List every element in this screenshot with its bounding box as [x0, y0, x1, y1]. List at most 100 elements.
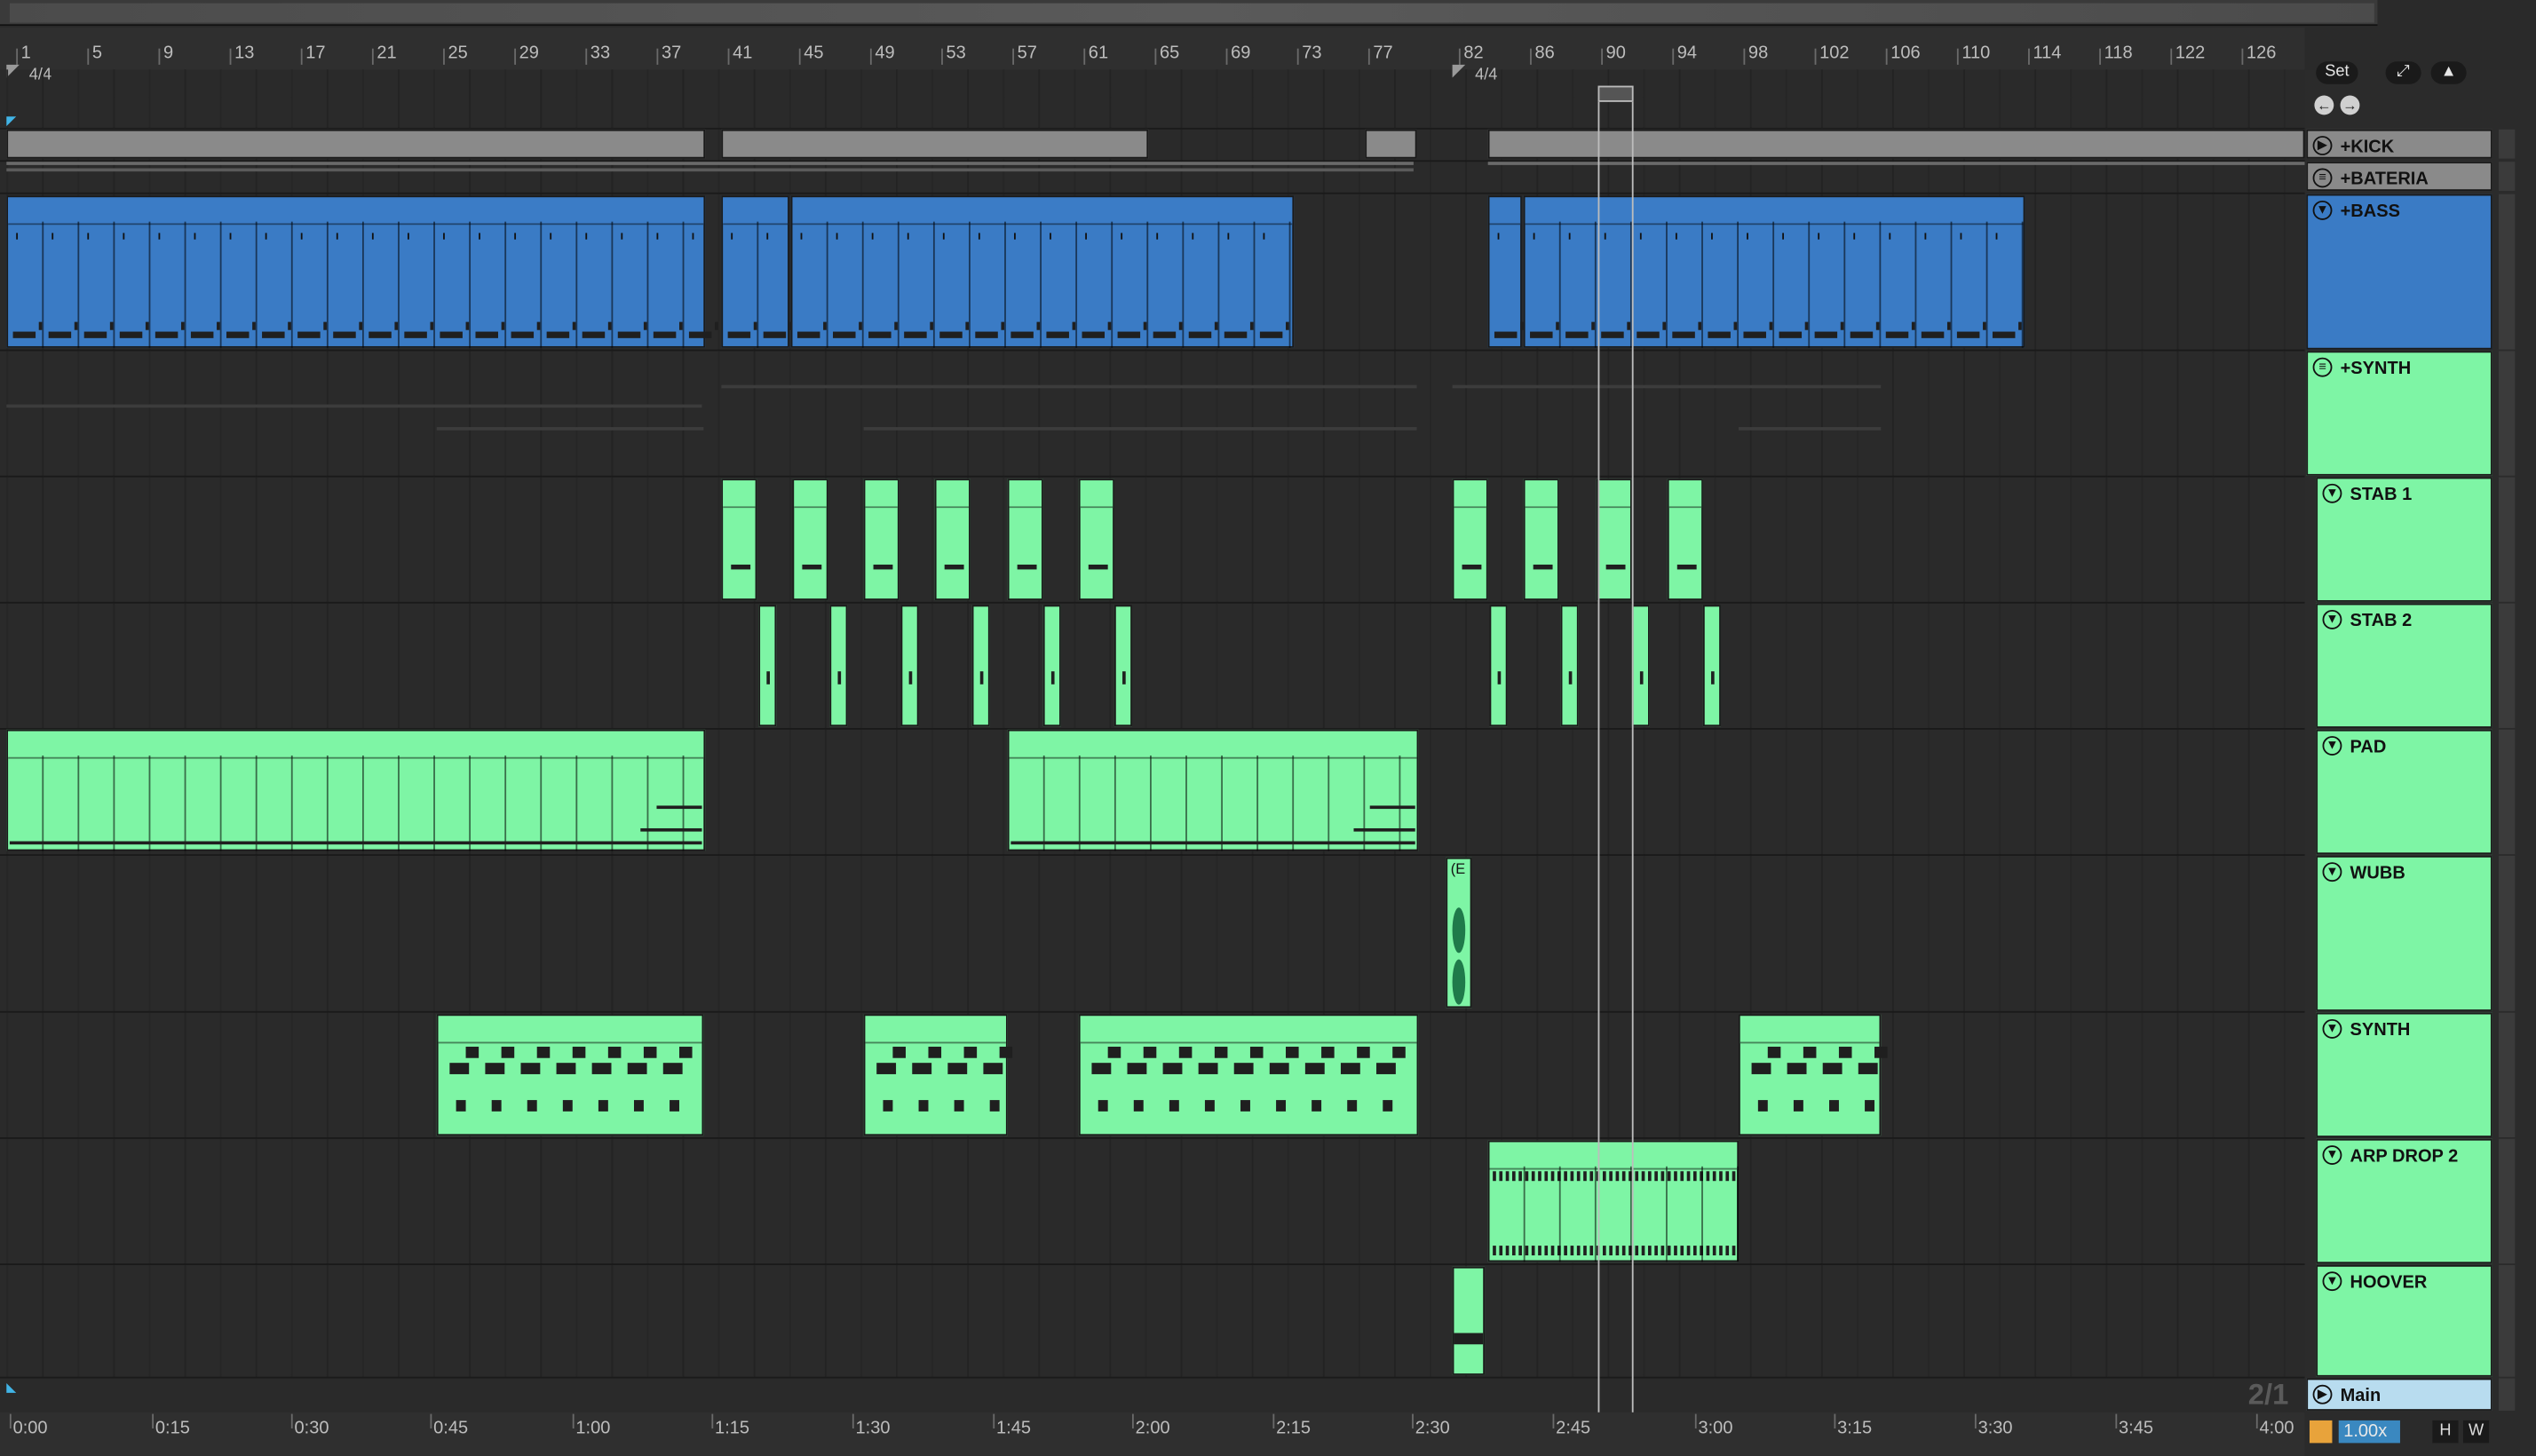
- clip-divider: [1914, 221, 1917, 348]
- track-resize-handle[interactable]: [2499, 603, 2516, 728]
- chevron-down-icon[interactable]: ▼: [2322, 1145, 2342, 1165]
- track-resize-handle[interactable]: [2499, 1138, 2516, 1264]
- track-resize-handle[interactable]: [2499, 729, 2516, 855]
- main-resize-handle[interactable]: [2499, 1378, 2516, 1411]
- clip-divider: [969, 221, 971, 348]
- stab1-clip[interactable]: [1667, 479, 1703, 601]
- h-button[interactable]: H: [2432, 1420, 2459, 1444]
- track-resize-handle[interactable]: [2499, 477, 2516, 602]
- wubb-clip[interactable]: (E: [1446, 857, 1472, 1009]
- track-header[interactable]: ▼ ARP DROP 2: [2316, 1138, 2492, 1264]
- track-header[interactable]: ▼ SYNTH: [2316, 1012, 2492, 1138]
- time-label: 4:00: [2259, 1419, 2294, 1438]
- synth-clip[interactable]: [1078, 1014, 1419, 1136]
- track-header[interactable]: ▼ PAD: [2316, 729, 2492, 855]
- time-signature-marker[interactable]: [1452, 64, 1466, 78]
- time-signature-marker[interactable]: [6, 64, 20, 78]
- track-header[interactable]: ▼ +BASS: [2306, 194, 2492, 350]
- loop-start-line[interactable]: [1597, 101, 1600, 1416]
- bar-tick: [2028, 48, 2030, 65]
- kick-clip[interactable]: [6, 129, 706, 159]
- main-track-name: Main: [2340, 1386, 2381, 1406]
- stab2-clip[interactable]: [1631, 605, 1650, 727]
- stab1-clip[interactable]: [1523, 479, 1559, 601]
- arrow-right-icon[interactable]: →: [2340, 95, 2360, 115]
- beat-ruler[interactable]: [0, 27, 2305, 70]
- track-header[interactable]: ≡ +SYNTH: [2306, 351, 2492, 476]
- stab1-clip[interactable]: [863, 479, 899, 601]
- stab1-clip[interactable]: [1596, 479, 1632, 601]
- stab1-clip[interactable]: [1007, 479, 1043, 601]
- bass-clip[interactable]: [1487, 195, 1522, 348]
- chevron-down-icon[interactable]: ▼: [2322, 1271, 2342, 1292]
- stab2-clip[interactable]: [1489, 605, 1508, 727]
- overview-bar[interactable]: [0, 0, 2378, 27]
- stab2-clip[interactable]: [971, 605, 990, 727]
- stab2-clip[interactable]: [1113, 605, 1132, 727]
- play-icon[interactable]: ▶: [2312, 136, 2333, 155]
- track-resize-handle[interactable]: [2499, 194, 2516, 350]
- menu-icon[interactable]: ≡: [2312, 357, 2333, 377]
- chevron-down-icon[interactable]: ▼: [2312, 200, 2333, 220]
- arrow-left-icon[interactable]: ←: [2314, 95, 2334, 115]
- synth-note: [1133, 1100, 1144, 1112]
- play-icon[interactable]: ▶: [2312, 1384, 2333, 1405]
- lock-icon[interactable]: ▲: [2430, 61, 2467, 84]
- track-header[interactable]: ▼ HOOVER: [2316, 1264, 2492, 1377]
- track-header[interactable]: ≡ +BATERIA: [2306, 162, 2492, 192]
- track-resize-handle[interactable]: [2499, 1264, 2516, 1377]
- main-track-header[interactable]: ▶ Main: [2306, 1378, 2492, 1411]
- w-button[interactable]: W: [2462, 1420, 2490, 1444]
- pad-clip[interactable]: [6, 729, 706, 851]
- expand-icon[interactable]: ⤢: [2385, 61, 2421, 84]
- kick-clip[interactable]: [721, 129, 1149, 159]
- stab2-clip[interactable]: [900, 605, 919, 727]
- synth-note: [1793, 1100, 1803, 1112]
- loop-end-line[interactable]: [1631, 101, 1634, 1416]
- chevron-down-icon[interactable]: ▼: [2322, 736, 2342, 756]
- start-marker[interactable]: [6, 116, 17, 127]
- synth-clip[interactable]: [863, 1014, 1008, 1136]
- stab1-clip[interactable]: [1078, 479, 1114, 601]
- kick-clip[interactable]: [1365, 129, 1417, 159]
- tempo-factor[interactable]: 1.00x: [2338, 1420, 2400, 1444]
- kick-clip[interactable]: [1487, 129, 2305, 159]
- track-resize-handle[interactable]: [2499, 351, 2516, 476]
- menu-icon[interactable]: ≡: [2312, 168, 2333, 188]
- stab2-note: [1568, 671, 1573, 684]
- chevron-down-icon[interactable]: ▼: [2322, 609, 2342, 629]
- track-resize-handle[interactable]: [2499, 855, 2516, 1011]
- stab2-clip[interactable]: [1560, 605, 1579, 727]
- bass-note: [975, 331, 998, 338]
- synth-clip[interactable]: [436, 1014, 704, 1136]
- track-resize-handle[interactable]: [2499, 162, 2516, 192]
- track-resize-handle[interactable]: [2499, 129, 2516, 159]
- track-header[interactable]: ▼ WUBB: [2316, 855, 2492, 1011]
- chevron-down-icon[interactable]: ▼: [2322, 483, 2342, 503]
- synth-clip[interactable]: [1739, 1014, 1882, 1136]
- track-header[interactable]: ▶ +KICK: [2306, 129, 2492, 159]
- stab1-clip[interactable]: [1452, 479, 1488, 601]
- arp-note: [1660, 1246, 1665, 1256]
- pad-clip[interactable]: [1007, 729, 1419, 851]
- set-button[interactable]: Set: [2316, 61, 2358, 84]
- stab2-clip[interactable]: [758, 605, 777, 727]
- bar-tick: [1743, 48, 1746, 65]
- stab1-clip[interactable]: [792, 479, 828, 601]
- bar-tick: [87, 48, 90, 65]
- tempo-follow-icon[interactable]: [2309, 1420, 2333, 1444]
- stab2-clip[interactable]: [829, 605, 848, 727]
- stab1-clip[interactable]: [934, 479, 971, 601]
- stab1-clip[interactable]: [721, 479, 757, 601]
- arp-note: [1493, 1171, 1496, 1182]
- stab2-clip[interactable]: [1702, 605, 1721, 727]
- chevron-down-icon[interactable]: ▼: [2322, 1018, 2342, 1039]
- loop-brace[interactable]: [1597, 85, 1634, 102]
- stab2-clip[interactable]: [1042, 605, 1061, 727]
- track-header[interactable]: ▼ STAB 2: [2316, 603, 2492, 728]
- track-resize-handle[interactable]: [2499, 1012, 2516, 1138]
- track-header[interactable]: ▼ STAB 1: [2316, 477, 2492, 602]
- hoover-clip[interactable]: [1452, 1266, 1486, 1375]
- start-marker-bottom[interactable]: [6, 1382, 17, 1393]
- chevron-down-icon[interactable]: ▼: [2322, 862, 2342, 882]
